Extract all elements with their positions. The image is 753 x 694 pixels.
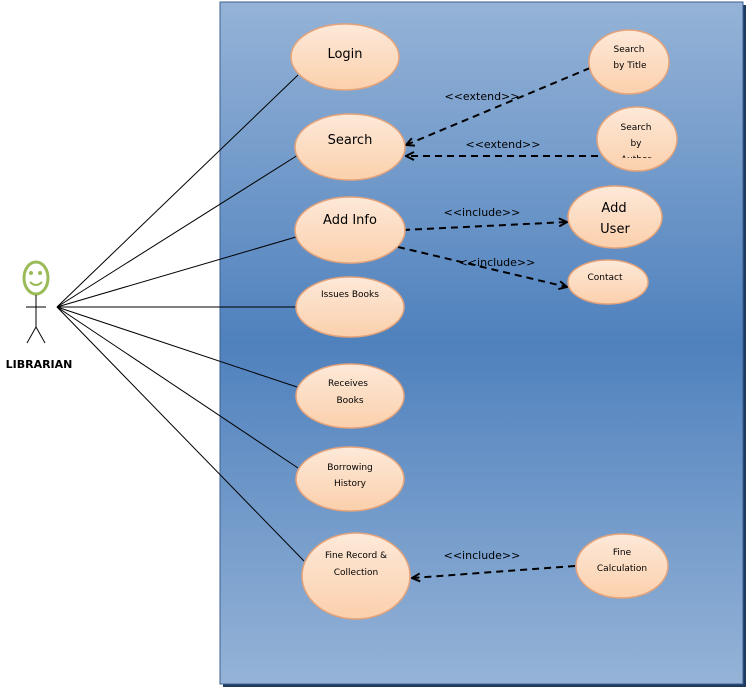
svg-text:Search: Search [614,45,645,55]
include-label: <<include>> [444,206,521,219]
svg-text:by Title: by Title [613,61,647,71]
use-case-fine-record-collection[interactable]: Fine Record & Collection [301,532,411,620]
svg-text:Fine: Fine [613,548,632,558]
svg-text:Books: Books [336,396,363,406]
svg-text:Receives: Receives [328,379,368,389]
use-case-receives-books[interactable]: Receives Books [295,363,405,429]
use-case-contact[interactable]: Contact [567,259,649,305]
include-label: <<include>> [459,256,536,269]
svg-text:Search: Search [328,133,373,148]
actor-name: LIBRARIAN [6,358,73,371]
svg-text:Borrowing: Borrowing [327,463,373,473]
use-case-search[interactable]: Search [294,113,406,181]
use-case-issues-books[interactable]: Issues Books [295,276,405,338]
use-case-search-by-title[interactable]: Search by Title [588,29,670,95]
svg-text:Search: Search [621,123,652,133]
use-case-add-user[interactable]: Add User [567,185,663,249]
include-label: <<include>> [444,549,521,562]
svg-text:Add: Add [601,201,626,216]
use-case-search-by-author[interactable]: Search by Author [596,106,678,172]
svg-text:Add Info: Add Info [323,213,377,228]
svg-text:Contact: Contact [587,273,622,283]
svg-text:Fine Record &: Fine Record & [325,551,387,561]
svg-text:User: User [600,222,630,237]
use-case-add-info[interactable]: Add Info [294,196,406,264]
use-case-borrowing-history[interactable]: Borrowing History [295,446,405,512]
use-case-fine-calculation[interactable]: Fine Calculation [575,533,669,599]
stick-figure-smiley-icon [22,260,50,344]
svg-text:by: by [630,139,642,149]
extend-label: <<extend>> [466,138,541,151]
actor-librarian[interactable]: LIBRARIAN [6,260,73,371]
use-case-diagram: LIBRARIAN <<extend>> <<extend>> <<includ… [6,1,746,687]
extend-label: <<extend>> [445,90,520,103]
use-case-login[interactable]: Login [290,23,400,91]
svg-text:History: History [334,479,367,489]
system-boundary [219,1,744,685]
svg-text:Login: Login [327,47,362,62]
svg-text:Collection: Collection [334,568,379,578]
svg-text:Calculation: Calculation [597,564,647,574]
svg-text:Issues Books: Issues Books [321,290,379,300]
